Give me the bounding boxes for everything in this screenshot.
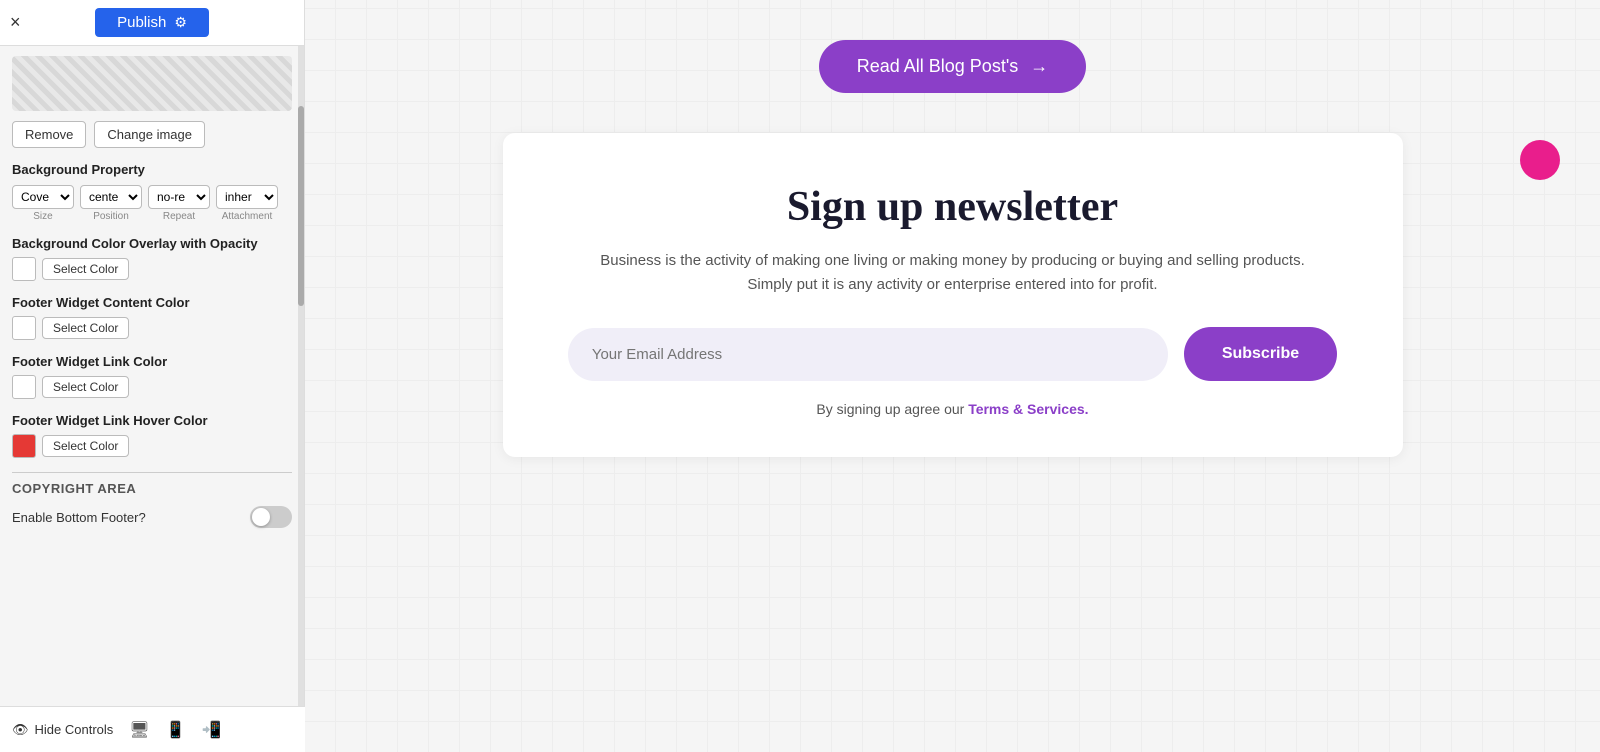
panel-scroll[interactable]: Remove Change image Background Property …	[0, 46, 304, 752]
attachment-label: Attachment	[222, 211, 273, 222]
gear-icon: ⚙	[174, 14, 187, 31]
bg-image-preview	[12, 56, 292, 111]
publish-button[interactable]: Publish ⚙	[95, 8, 209, 37]
position-label: Position	[93, 211, 129, 222]
footer-widget-link-label: Footer Widget Link Color	[12, 354, 292, 369]
newsletter-title: Sign up newsletter	[563, 183, 1343, 231]
repeat-select[interactable]: no-re repeat repeat-x	[148, 185, 210, 209]
bg-color-overlay-label: Background Color Overlay with Opacity	[12, 236, 292, 251]
footer-widget-content-section: Footer Widget Content Color Select Color	[12, 295, 292, 340]
footer-widget-hover-section: Footer Widget Link Hover Color Select Co…	[12, 413, 292, 458]
footer-widget-content-select-button[interactable]: Select Color	[42, 317, 129, 339]
read-all-blog-posts-button[interactable]: Read All Blog Post's →	[819, 40, 1087, 93]
footer-widget-content-picker-row: Select Color	[12, 316, 292, 340]
left-panel: × Publish ⚙ Remove Change image Backgrou…	[0, 0, 305, 752]
attachment-dropdown-cell: inher fixed scroll Attachment	[216, 185, 278, 222]
repeat-dropdown-cell: no-re repeat repeat-x Repeat	[148, 185, 210, 222]
size-label: Size	[33, 211, 52, 222]
bg-property-dropdowns: Cove Contain Auto Size cente top bottom …	[12, 185, 292, 222]
change-image-button[interactable]: Change image	[94, 121, 205, 148]
bg-color-picker-row: Select Color	[12, 257, 292, 281]
newsletter-desc-line2: Simply put it is any activity or enterpr…	[747, 276, 1157, 293]
subscribe-button[interactable]: Subscribe	[1184, 327, 1337, 381]
bg-color-overlay-section: Background Color Overlay with Opacity Se…	[12, 236, 292, 281]
enable-bottom-footer-row: Enable Bottom Footer?	[12, 506, 292, 528]
footer-widget-link-section: Footer Widget Link Color Select Color	[12, 354, 292, 399]
footer-widget-link-select-button[interactable]: Select Color	[42, 376, 129, 398]
section-divider	[12, 472, 292, 473]
footer-widget-link-swatch[interactable]	[12, 375, 36, 399]
terms-prefix: By signing up agree our	[816, 401, 968, 417]
panel-scrollbar	[298, 46, 304, 752]
bg-color-swatch[interactable]	[12, 257, 36, 281]
newsletter-section: Sign up newsletter Business is the activ…	[503, 133, 1403, 457]
terms-link[interactable]: Terms & Services.	[968, 401, 1088, 417]
mobile-icon[interactable]: 📲	[202, 720, 222, 740]
hide-controls-label: Hide Controls	[35, 722, 114, 737]
email-input[interactable]	[568, 328, 1168, 381]
size-dropdown-cell: Cove Contain Auto Size	[12, 185, 74, 222]
bg-color-select-button[interactable]: Select Color	[42, 258, 129, 280]
panel-scrollbar-thumb[interactable]	[298, 106, 304, 306]
main-inner: Read All Blog Post's → Sign up newslette…	[305, 20, 1600, 477]
close-icon[interactable]: ×	[10, 12, 21, 33]
eye-icon: 👁	[12, 722, 29, 738]
footer-widget-link-picker-row: Select Color	[12, 375, 292, 399]
hide-controls-button[interactable]: 👁 Hide Controls	[12, 722, 113, 738]
bottom-toolbar: 👁 Hide Controls 🖥 📱 📲	[0, 706, 305, 752]
newsletter-desc-line1: Business is the activity of making one l…	[600, 252, 1305, 269]
footer-widget-content-swatch[interactable]	[12, 316, 36, 340]
main-content: Read All Blog Post's → Sign up newslette…	[305, 0, 1600, 752]
footer-widget-hover-picker-row: Select Color	[12, 434, 292, 458]
read-all-btn-label: Read All Blog Post's	[857, 56, 1019, 77]
arrow-icon: →	[1030, 56, 1048, 77]
repeat-label: Repeat	[163, 211, 195, 222]
position-dropdown-cell: cente top bottom Position	[80, 185, 142, 222]
size-select[interactable]: Cove Contain Auto	[12, 185, 74, 209]
bg-property-heading: Background Property	[12, 162, 292, 177]
terms-text: By signing up agree our Terms & Services…	[563, 401, 1343, 417]
pink-circle-decoration	[1520, 140, 1560, 180]
attachment-select[interactable]: inher fixed scroll	[216, 185, 278, 209]
enable-bottom-footer-toggle[interactable]	[250, 506, 292, 528]
footer-widget-hover-select-button[interactable]: Select Color	[42, 435, 129, 457]
remove-button[interactable]: Remove	[12, 121, 86, 148]
newsletter-description: Business is the activity of making one l…	[563, 249, 1343, 297]
footer-widget-hover-swatch[interactable]	[12, 434, 36, 458]
publish-label: Publish	[117, 14, 166, 31]
newsletter-form: Subscribe	[563, 327, 1343, 381]
enable-bottom-footer-label: Enable Bottom Footer?	[12, 510, 146, 525]
image-action-row: Remove Change image	[12, 121, 292, 148]
desktop-icon[interactable]: 🖥	[129, 720, 149, 740]
footer-widget-content-label: Footer Widget Content Color	[12, 295, 292, 310]
footer-widget-hover-label: Footer Widget Link Hover Color	[12, 413, 292, 428]
copyright-area-label: COPYRIGHT AREA	[12, 481, 292, 496]
top-bar: × Publish ⚙	[0, 0, 304, 46]
position-select[interactable]: cente top bottom	[80, 185, 142, 209]
tablet-icon[interactable]: 📱	[166, 720, 186, 740]
